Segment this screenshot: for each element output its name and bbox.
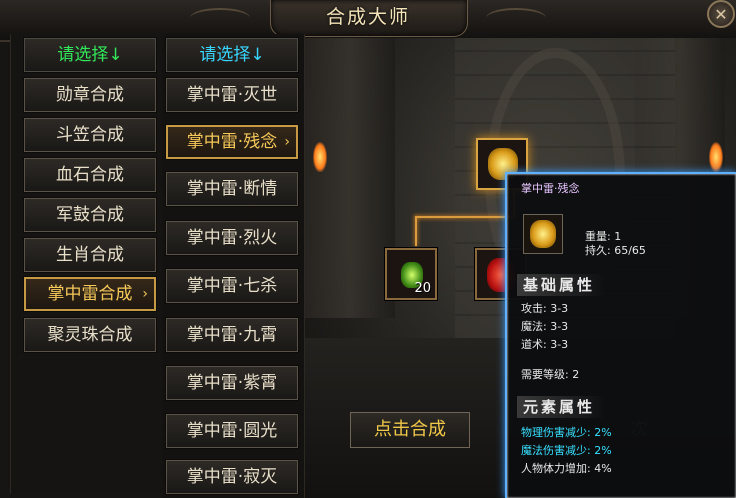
category-item-label: 掌中雷合成 <box>47 284 133 304</box>
title-ornament-left <box>190 8 250 28</box>
hp-increase: 人物体力增加: 4% <box>521 462 612 475</box>
title-ornament-right <box>486 8 546 28</box>
item-entry[interactable]: 掌中雷·寂灭 <box>166 460 298 494</box>
category-header[interactable]: 请选择↓ <box>24 38 156 72</box>
item-entry-selected[interactable]: 掌中雷·残念 › <box>166 125 298 159</box>
torch-flame-icon <box>709 142 723 172</box>
category-item[interactable]: 聚灵珠合成 <box>24 318 156 352</box>
item-entry[interactable]: 掌中雷·七杀 <box>166 269 298 303</box>
item-entry-label: 掌中雷·残念 <box>186 132 278 152</box>
magic-damage-reduction: 魔法伤害减少: 2% <box>521 444 612 457</box>
stone-pillar-left <box>305 38 395 318</box>
item-tooltip: 掌中雷·残念 重量: 1 持久: 65/65 基础属性 攻击: 3-3 魔法: … <box>505 172 736 498</box>
torch-flame-icon <box>313 142 327 172</box>
window-title: 合成大师 <box>325 6 410 28</box>
item-entry[interactable]: 掌中雷·圆光 <box>166 414 298 448</box>
physical-damage-reduction: 物理伤害减少: 2% <box>521 426 612 439</box>
material-slot[interactable]: 20 <box>385 248 437 300</box>
basic-attributes-title: 基础属性 <box>517 274 605 296</box>
synthesize-button[interactable]: 点击合成 <box>350 412 470 448</box>
tooltip-item-name: 掌中雷·残念 <box>521 182 580 195</box>
category-item-selected[interactable]: 掌中雷合成 › <box>24 277 156 311</box>
chevron-right-icon: › <box>142 286 148 302</box>
close-icon: ✕ <box>714 5 728 24</box>
tooltip-item-icon <box>523 214 563 254</box>
item-entry[interactable]: 掌中雷·烈火 <box>166 221 298 255</box>
connector-line <box>415 216 515 218</box>
lightning-orb-icon <box>530 220 556 248</box>
item-entry[interactable]: 掌中雷·灭世 <box>166 78 298 112</box>
level-requirement: 需要等级: 2 <box>521 368 580 381</box>
synthesis-master-window: 合成大师 ✕ 请选择↓ 勋章合成 斗笠合成 血石合成 军鼓合成 生肖合成 掌中雷… <box>0 0 736 498</box>
category-item[interactable]: 军鼓合成 <box>24 198 156 232</box>
close-button[interactable]: ✕ <box>707 0 735 28</box>
category-item[interactable]: 生肖合成 <box>24 238 156 272</box>
item-entry[interactable]: 掌中雷·紫霄 <box>166 366 298 400</box>
item-header[interactable]: 请选择↓ <box>166 38 298 72</box>
tooltip-durability: 持久: 65/65 <box>585 244 646 257</box>
chevron-right-icon: › <box>284 134 290 150</box>
attack-stat: 攻击: 3-3 <box>521 302 569 315</box>
item-entry[interactable]: 掌中雷·九霄 <box>166 318 298 352</box>
element-attributes-title: 元素属性 <box>517 396 605 418</box>
category-item[interactable]: 斗笠合成 <box>24 118 156 152</box>
category-item[interactable]: 勋章合成 <box>24 78 156 112</box>
item-entry[interactable]: 掌中雷·断情 <box>166 172 298 206</box>
magic-stat: 魔法: 3-3 <box>521 320 569 333</box>
taoism-stat: 道术: 3-3 <box>521 338 569 351</box>
material-count: 20 <box>414 281 431 296</box>
connector-line <box>415 216 417 246</box>
category-item[interactable]: 血石合成 <box>24 158 156 192</box>
